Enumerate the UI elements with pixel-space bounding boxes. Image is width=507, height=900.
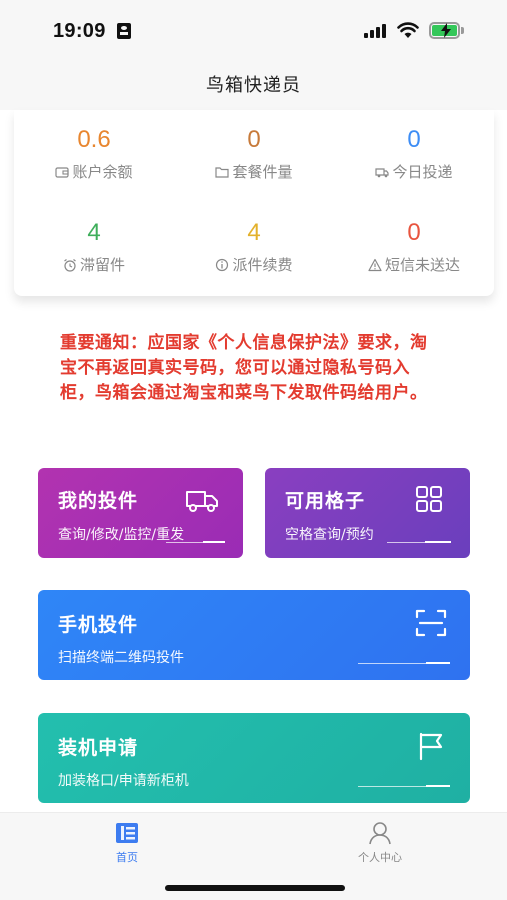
stat-label: 短信未送达 [384, 256, 460, 274]
install-request-button[interactable]: 装机申请 加装格口/申请新柜机 [38, 713, 470, 803]
tab-profile[interactable]: 个人中心 [320, 821, 440, 865]
available-cells-button[interactable]: 可用格子 空格查询/预约 [265, 468, 470, 558]
stat-label: 账户余额 [72, 163, 133, 181]
stat-label: 套餐件量 [232, 163, 293, 181]
scan-icon [415, 609, 447, 637]
tile-subtitle: 查询/修改/监控/重发 [58, 527, 185, 543]
tile-title: 我的投件 [58, 490, 139, 512]
warning-icon [368, 258, 382, 272]
stat-label: 滞留件 [79, 256, 125, 274]
signal-icon [364, 24, 388, 38]
stat-value: 0 [247, 126, 261, 153]
home-icon [116, 823, 138, 843]
truck-icon [186, 491, 218, 512]
page-title: 鸟箱快递员 [206, 75, 301, 96]
tile-title: 可用格子 [285, 490, 366, 512]
nav-bar: 鸟箱快递员 [0, 62, 507, 110]
stat-label: 今日投递 [392, 163, 453, 181]
phone-delivery-button[interactable]: 手机投件 扫描终端二维码投件 [38, 590, 470, 680]
tab-home[interactable]: 首页 [67, 821, 187, 865]
tab-label: 个人中心 [358, 851, 402, 864]
tile-title: 装机申请 [58, 737, 139, 759]
stat-label: 派件续费 [232, 256, 293, 274]
tile-title: 手机投件 [58, 614, 139, 636]
stat-package-quota[interactable]: 0 套餐件量 [174, 125, 334, 183]
alarm-clock-icon [64, 259, 76, 272]
stat-value: 0.6 [77, 126, 111, 153]
user-icon [369, 822, 391, 845]
wallet-icon [55, 167, 70, 178]
info-icon [216, 258, 229, 272]
my-deliveries-button[interactable]: 我的投件 查询/修改/监控/重发 [38, 468, 243, 558]
stats-card: 0.6 账户余额 0 套餐件量 0 今日投递 4 滞留件 4 派件续费 0 短信… [14, 110, 494, 296]
tile-subtitle: 扫描终端二维码投件 [58, 650, 184, 666]
truck-icon [375, 168, 390, 178]
stat-delivery-renewal[interactable]: 4 派件续费 [174, 218, 334, 276]
stat-value: 0 [407, 126, 421, 153]
stat-value: 4 [87, 219, 101, 246]
stat-stranded[interactable]: 4 滞留件 [14, 218, 174, 276]
battery-tip [461, 27, 464, 34]
battery-icon [429, 22, 460, 39]
tab-label: 首页 [116, 851, 138, 864]
stat-account-balance[interactable]: 0.6 账户余额 [14, 125, 174, 183]
wifi-icon [397, 22, 419, 38]
stat-value: 0 [407, 219, 421, 246]
tile-subtitle: 加装格口/申请新柜机 [58, 773, 189, 789]
stat-value: 4 [247, 219, 261, 246]
contact-card-icon [117, 23, 131, 39]
grid-icon [416, 486, 442, 512]
flag-icon [419, 732, 443, 761]
folder-icon [215, 167, 230, 178]
privacy-notice: 重要通知：应国家《个人信息保护法》要求，淘宝不再返回真实号码，您可以通过隐私号码… [60, 333, 428, 403]
status-time: 19:09 [53, 20, 106, 42]
home-indicator[interactable] [165, 885, 345, 891]
status-bar: 19:09 [0, 0, 507, 62]
tile-subtitle: 空格查询/预约 [285, 527, 374, 543]
stat-today-delivered[interactable]: 0 今日投递 [334, 125, 494, 183]
stat-sms-undelivered[interactable]: 0 短信未送达 [334, 218, 494, 276]
